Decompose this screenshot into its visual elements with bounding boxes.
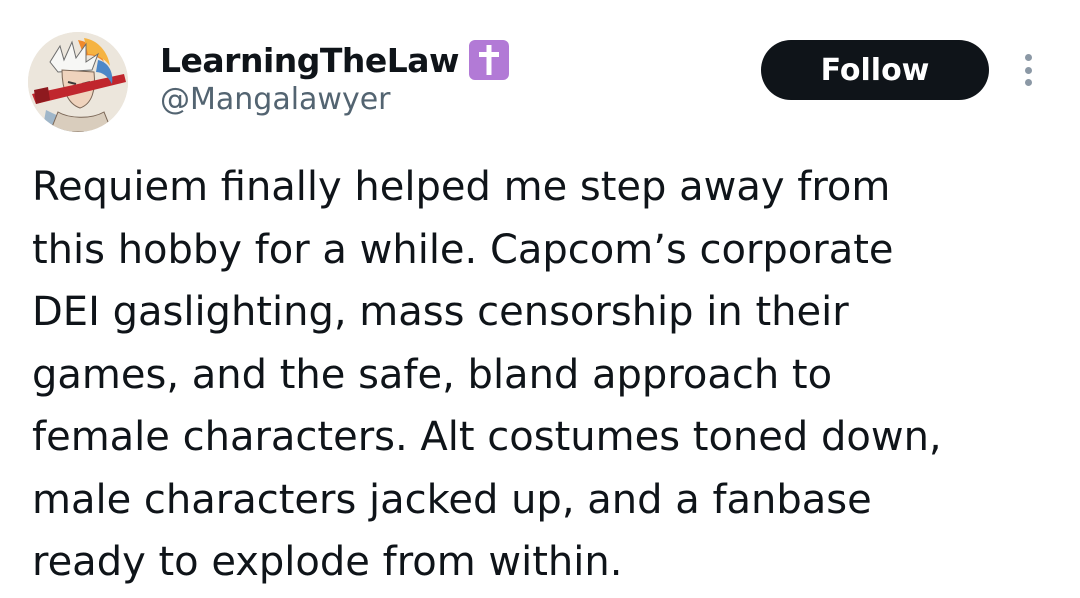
tweet-card: LearningTheLaw @Mangalawyer Follow Requi…: [0, 0, 1080, 598]
tweet-text-line: ready to explode from within.: [32, 539, 623, 585]
avatar-illustration: [28, 32, 128, 132]
ellipsis-dot: [1024, 79, 1032, 86]
author-display-name[interactable]: LearningTheLaw: [160, 41, 460, 80]
ellipsis-dot: [1024, 54, 1032, 61]
tweet-text-line: DEI gaslighting, mass censorship in thei…: [32, 289, 849, 335]
latin-cross-icon: [469, 40, 510, 80]
tweet-text-line: female characters. Alt costumes toned do…: [32, 414, 942, 460]
tweet-text-line: this hobby for a while. Capcom’s corpora…: [32, 226, 894, 273]
ellipsis-dot: [1024, 66, 1032, 74]
vertical-ellipsis-icon[interactable]: [1014, 50, 1042, 90]
tweet-text-line: Requiem finally helped me step away from: [32, 164, 891, 210]
avatar[interactable]: [28, 32, 128, 132]
tweet-text: Requiem finally helped me step away from…: [32, 156, 1062, 594]
author-name-row: LearningTheLaw: [160, 38, 510, 82]
author-handle[interactable]: @Mangalawyer: [160, 82, 391, 117]
follow-button[interactable]: Follow: [761, 40, 989, 100]
tweet-text-line: male characters jacked up, and a fanbase: [32, 476, 872, 523]
tweet-text-line: games, and the safe, bland approach to: [32, 351, 833, 398]
